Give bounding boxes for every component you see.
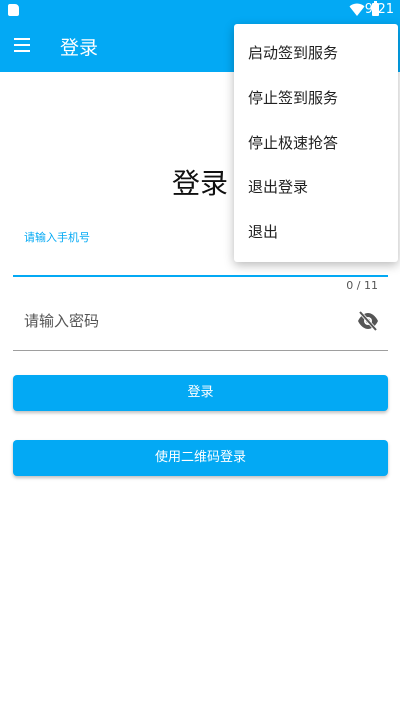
phone-char-counter: 0 / 11 [346,279,378,292]
wifi-icon [349,3,365,16]
status-time: 9:21 [364,2,394,17]
phone-input-underline [13,275,388,277]
overflow-menu: 启动签到服务 停止签到服务 停止极速抢答 退出登录 退出 [234,24,398,262]
status-bar: 9:21 [0,0,400,20]
eye-off-icon[interactable] [357,311,379,331]
phone-field-label: 请输入手机号 [24,231,90,244]
qr-login-button[interactable]: 使用二维码登录 [13,440,388,476]
menu-item-stop-quick-answer[interactable]: 停止极速抢答 [248,133,338,153]
menu-item-exit[interactable]: 退出 [248,222,278,242]
password-input[interactable] [13,305,399,337]
sd-card-icon [8,4,19,16]
menu-icon[interactable] [14,38,30,52]
menu-item-stop-checkin[interactable]: 停止签到服务 [248,88,338,108]
password-input-underline [13,350,388,351]
menu-item-start-checkin[interactable]: 启动签到服务 [248,43,338,63]
app-title: 登录 [60,37,99,59]
menu-item-logout[interactable]: 退出登录 [248,177,308,197]
login-button[interactable]: 登录 [13,375,388,411]
